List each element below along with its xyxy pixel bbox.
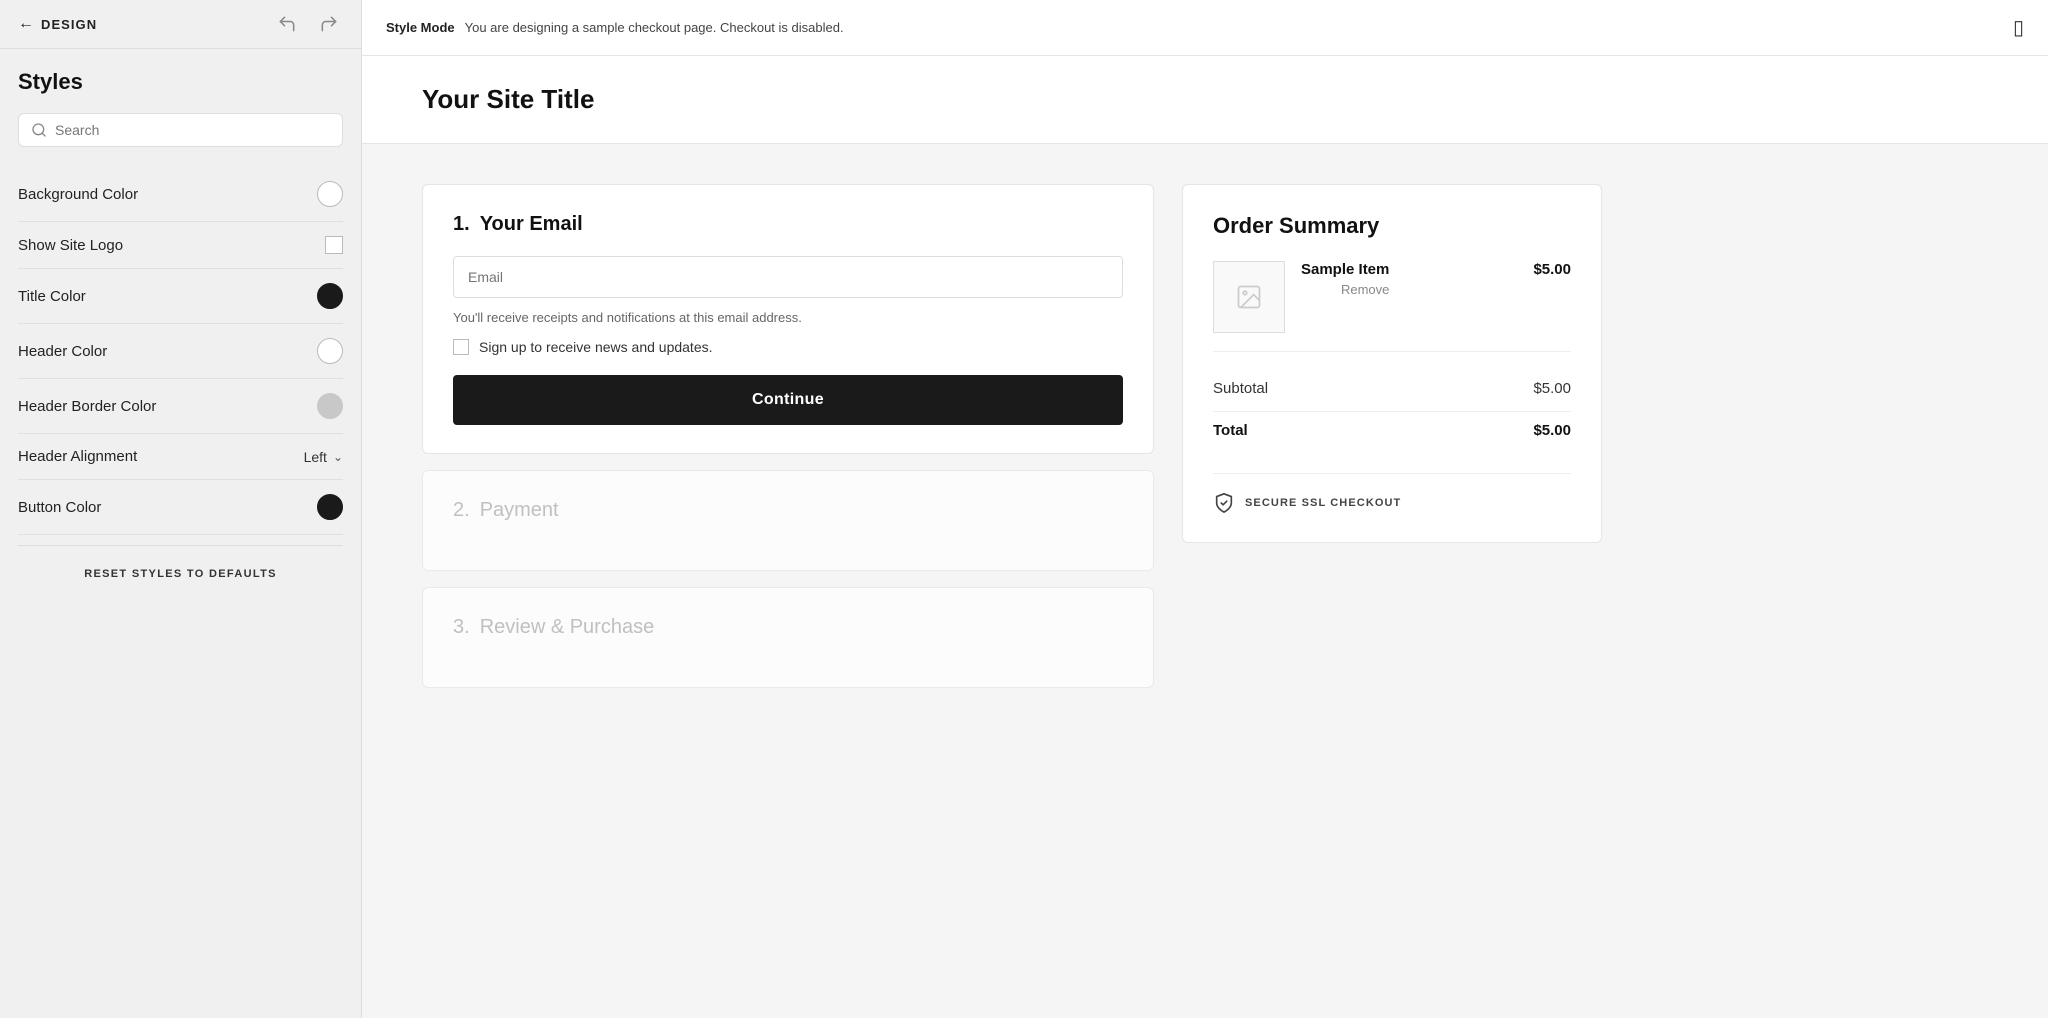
reset-styles-button[interactable]: RESET STYLES TO DEFAULTS <box>18 545 343 598</box>
header-color-swatch[interactable] <box>317 338 343 364</box>
step2-card: 2. Payment <box>422 470 1154 571</box>
search-icon <box>31 122 47 138</box>
signup-label: Sign up to receive news and updates. <box>479 339 713 355</box>
order-totals: Subtotal $5.00 Total $5.00 <box>1213 370 1571 449</box>
search-box[interactable] <box>18 113 343 147</box>
style-label: Show Site Logo <box>18 237 123 254</box>
search-input[interactable] <box>55 122 330 138</box>
left-panel: ← DESIGN Styles <box>0 0 362 1018</box>
item-details: Sample Item Remove $5.00 <box>1301 261 1571 297</box>
button-color-swatch[interactable] <box>317 494 343 520</box>
step3-title: Review & Purchase <box>480 616 655 639</box>
undo-icon <box>277 14 297 34</box>
styles-title: Styles <box>18 69 343 95</box>
step2-number: 2. <box>453 499 470 522</box>
main-top-bar: Style Mode You are designing a sample ch… <box>362 0 2048 56</box>
main-area: Style Mode You are designing a sample ch… <box>362 0 2048 1018</box>
step1-header: 1. Your Email <box>453 213 1123 236</box>
item-name: Sample Item <box>1301 261 1389 278</box>
design-label: DESIGN <box>41 17 97 32</box>
email-hint: You'll receive receipts and notification… <box>453 310 1123 325</box>
style-item-show-site-logo: Show Site Logo <box>18 222 343 269</box>
style-label: Header Alignment <box>18 448 137 465</box>
email-input[interactable] <box>453 256 1123 298</box>
mobile-preview-icon[interactable]: ▯ <box>2013 15 2024 40</box>
style-label: Button Color <box>18 499 101 516</box>
step2-title: Payment <box>480 499 559 522</box>
undo-button[interactable] <box>273 12 301 36</box>
step1-title: Your Email <box>480 213 583 236</box>
style-item-title-color: Title Color <box>18 269 343 324</box>
style-item-header-color: Header Color <box>18 324 343 379</box>
alignment-value: Left <box>304 449 327 465</box>
style-label: Header Border Color <box>18 398 156 415</box>
checkout-right: Order Summary Sample Item Remove <box>1182 184 1602 688</box>
step1-card: 1. Your Email You'll receive receipts an… <box>422 184 1154 454</box>
continue-button[interactable]: Continue <box>453 375 1123 425</box>
step1-number: 1. <box>453 213 470 236</box>
back-arrow-icon: ← <box>18 15 35 33</box>
item-thumbnail <box>1213 261 1285 333</box>
subtotal-label: Subtotal <box>1213 380 1268 397</box>
secure-label: SECURE SSL CHECKOUT <box>1245 497 1401 509</box>
top-bar-actions <box>273 12 343 36</box>
order-summary-title: Order Summary <box>1213 213 1571 239</box>
step3-card: 3. Review & Purchase <box>422 587 1154 688</box>
order-item: Sample Item Remove $5.00 <box>1213 261 1571 352</box>
checkout-preview: Your Site Title 1. Your Email You'll rec… <box>362 56 2048 1018</box>
signup-checkbox[interactable] <box>453 339 469 355</box>
order-card: Order Summary Sample Item Remove <box>1182 184 1602 543</box>
style-item-background-color: Background Color <box>18 167 343 222</box>
total-row: Total $5.00 <box>1213 411 1571 449</box>
remove-button[interactable]: Remove <box>1301 282 1389 297</box>
step2-header: 2. Payment <box>453 499 1123 522</box>
checkout-body: 1. Your Email You'll receive receipts an… <box>362 144 1662 728</box>
style-mode-label: Style Mode <box>386 20 455 35</box>
design-back-button[interactable]: ← DESIGN <box>18 15 97 33</box>
header-alignment-dropdown[interactable]: Left ⌄ <box>304 449 343 465</box>
step3-header: 3. Review & Purchase <box>453 616 1123 639</box>
redo-icon <box>319 14 339 34</box>
header-border-color-swatch[interactable] <box>317 393 343 419</box>
style-item-header-border-color: Header Border Color <box>18 379 343 434</box>
panel-content: Styles Background Color Show Site Logo T… <box>0 49 361 1018</box>
site-title: Your Site Title <box>422 84 594 114</box>
site-header: Your Site Title <box>362 56 2048 144</box>
step3-number: 3. <box>453 616 470 639</box>
item-price: $5.00 <box>1533 261 1571 278</box>
chevron-down-icon: ⌄ <box>333 450 343 464</box>
style-item-button-color: Button Color <box>18 480 343 535</box>
style-mode-notice: Style Mode You are designing a sample ch… <box>386 20 844 35</box>
secure-row: SECURE SSL CHECKOUT <box>1213 473 1571 514</box>
background-color-swatch[interactable] <box>317 181 343 207</box>
shield-icon <box>1213 492 1235 514</box>
title-color-swatch[interactable] <box>317 283 343 309</box>
style-label: Title Color <box>18 288 86 305</box>
show-site-logo-checkbox[interactable] <box>325 236 343 254</box>
redo-button[interactable] <box>315 12 343 36</box>
total-label: Total <box>1213 422 1248 439</box>
signup-row: Sign up to receive news and updates. <box>453 339 1123 355</box>
subtotal-row: Subtotal $5.00 <box>1213 370 1571 407</box>
checkout-left: 1. Your Email You'll receive receipts an… <box>422 184 1154 688</box>
style-mode-text: You are designing a sample checkout page… <box>465 20 844 35</box>
style-label: Background Color <box>18 186 138 203</box>
subtotal-value: $5.00 <box>1533 380 1571 397</box>
style-label: Header Color <box>18 343 107 360</box>
image-placeholder-icon <box>1235 283 1263 311</box>
total-value: $5.00 <box>1533 422 1571 439</box>
style-item-header-alignment: Header Alignment Left ⌄ <box>18 434 343 480</box>
top-bar: ← DESIGN <box>0 0 361 49</box>
